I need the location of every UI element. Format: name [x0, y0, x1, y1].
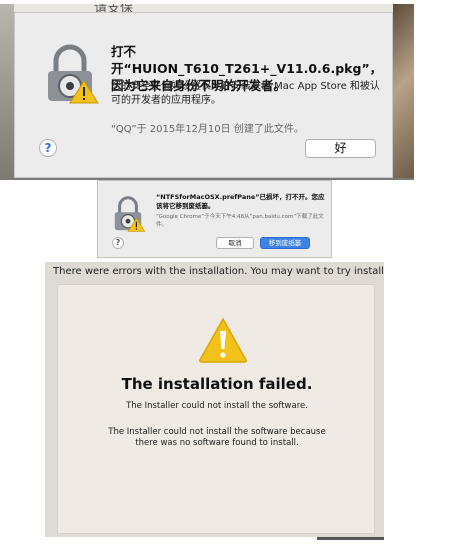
- dialog-body: 您的安全性偏好设置仅允许安装来自 Mac App Store 和被认可的开发者的…: [111, 81, 380, 106]
- installer-message-detail: The Installer could not install the soft…: [108, 427, 326, 448]
- background-image-right: [393, 4, 414, 180]
- help-button[interactable]: ?: [39, 139, 57, 157]
- window-edge: [317, 537, 384, 540]
- dialog-body: “Google Chrome”于今天下午4:48从“pan.baidu.com”…: [156, 214, 324, 228]
- warning-triangle-icon: [199, 317, 247, 363]
- gatekeeper-warning-icon: [48, 44, 99, 104]
- installation-failed-title: The installation failed.: [121, 375, 313, 393]
- dialog-note: “QQ”于 2015年12月10日 创建了此文件。: [111, 124, 304, 135]
- installer-panel: The installation failed. The Installer c…: [57, 284, 375, 534]
- installer-header: There were errors with the installation.…: [53, 266, 384, 277]
- gatekeeper-warning-icon: [114, 196, 146, 232]
- cancel-button[interactable]: 取消: [216, 237, 254, 249]
- dialog-title: “NTFSforMacOSX.prefPane”已损坏，打不开。您应该将它移到废…: [156, 193, 325, 210]
- damaged-file-dialog: “NTFSforMacOSX.prefPane”已损坏，打不开。您应该将它移到废…: [97, 180, 332, 258]
- help-button[interactable]: ?: [112, 237, 124, 249]
- unidentified-developer-dialog: 打不开“HUION_T610_T261+_V11.0.6.pkg”，因为它来自身…: [14, 12, 393, 178]
- move-to-trash-button[interactable]: 移到废纸篓: [260, 237, 310, 249]
- ok-button[interactable]: 好: [305, 139, 376, 158]
- installer-message: The Installer could not install the soft…: [126, 401, 308, 411]
- installer-window: There were errors with the installation.…: [45, 262, 384, 537]
- background-image-left: [0, 4, 14, 180]
